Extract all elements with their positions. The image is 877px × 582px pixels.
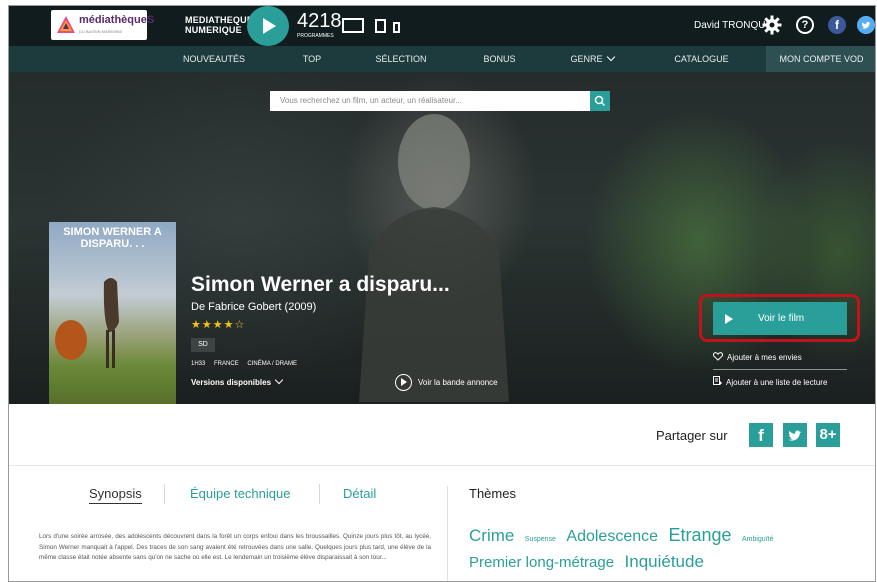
- brand-text: MEDIATHEQUE NUMERIQUE: [185, 15, 253, 35]
- phone-icon: [393, 22, 400, 33]
- play-icon[interactable]: [247, 6, 289, 46]
- nav-item-genre-label: GENRE: [570, 54, 603, 64]
- nav-item-genre[interactable]: GENRE: [557, 46, 627, 72]
- share-facebook-icon[interactable]: f: [749, 423, 773, 447]
- search-bar[interactable]: Vous recherchez un film, un acteur, un r…: [270, 91, 610, 111]
- programs-label: PROGRAMMES: [297, 33, 334, 39]
- heart-icon: [712, 352, 724, 361]
- trailer-play-icon[interactable]: [395, 374, 412, 391]
- tab-detail[interactable]: Détail: [343, 486, 376, 501]
- twitter-icon[interactable]: [857, 16, 875, 34]
- play-icon: [725, 314, 733, 324]
- watch-film-label: Voir le film: [758, 313, 805, 324]
- nav-item-bonus[interactable]: BONUS: [472, 46, 527, 72]
- actions-divider: [713, 369, 847, 370]
- theme-tag[interactable]: Suspense: [525, 536, 556, 543]
- gear-icon[interactable]: [762, 15, 782, 35]
- share-row: Partager sur f 8+: [9, 404, 875, 466]
- brand-line-1: MEDIATHEQUE: [185, 15, 254, 25]
- brand-line-2: NUMERIQUE: [185, 25, 242, 35]
- versions-label: Versions disponibles: [191, 378, 272, 387]
- theme-tag[interactable]: Crime: [469, 526, 514, 545]
- share-google-plus-icon[interactable]: 8+: [816, 423, 840, 447]
- help-icon[interactable]: ?: [796, 16, 814, 34]
- programs-count: 4218: [297, 10, 342, 32]
- facebook-icon[interactable]: f: [828, 16, 846, 34]
- movie-genre: CINÉMA / DRAME: [247, 361, 298, 367]
- search-icon[interactable]: [590, 91, 610, 111]
- logo-text: médiathèqueS: [79, 14, 155, 26]
- main-nav: NOUVEAUTÉS TOP SÉLECTION BONUS GENRE CAT…: [9, 46, 875, 72]
- rating-stars: ★★★★☆: [191, 319, 246, 331]
- add-to-playlist-link[interactable]: Ajouter à une liste de lecture: [713, 376, 827, 387]
- movie-director: De Fabrice Gobert (2009): [191, 301, 317, 313]
- theme-tag[interactable]: Inquiétude: [625, 552, 704, 571]
- playlist-icon: [713, 376, 722, 385]
- tv-icon: [342, 18, 364, 33]
- nav-item-selection[interactable]: SÉLECTION: [366, 46, 436, 72]
- add-to-playlist-label: Ajouter à une liste de lecture: [726, 378, 828, 387]
- nav-item-nouveautes[interactable]: NOUVEAUTÉS: [174, 46, 254, 72]
- top-bar: médiathèqueS DU BASSIN MAREMNE MEDIATHEQ…: [9, 6, 875, 46]
- theme-tag[interactable]: Ambiguïté: [742, 536, 774, 543]
- site-logo[interactable]: médiathèqueS DU BASSIN MAREMNE: [51, 10, 154, 40]
- nav-item-mon-compte-vod[interactable]: MON COMPTE VOD: [766, 46, 875, 72]
- share-label: Partager sur: [656, 428, 728, 443]
- versions-dropdown[interactable]: Versions disponibles: [191, 375, 284, 387]
- search-input[interactable]: Vous recherchez un film, un acteur, un r…: [280, 96, 462, 105]
- nav-item-top[interactable]: TOP: [287, 46, 337, 72]
- movie-country: FRANCE: [214, 361, 239, 367]
- theme-tag[interactable]: Etrange: [668, 525, 731, 545]
- quality-badge: SD: [191, 338, 215, 352]
- hero-banner: Vous recherchez un film, un acteur, un r…: [9, 72, 875, 404]
- movie-title: Simon Werner a disparu...: [191, 273, 450, 296]
- movie-poster[interactable]: SIMON WERNER A DISPARU. . .: [49, 222, 176, 404]
- tab-equipe-technique[interactable]: Équipe technique: [190, 486, 290, 501]
- add-to-wishlist-label: Ajouter à mes envies: [727, 353, 802, 362]
- tab-divider: [164, 484, 165, 504]
- movie-meta: 1H33 FRANCE CINÉMA / DRAME: [191, 361, 304, 367]
- tab-divider: [319, 484, 320, 504]
- tab-synopsis[interactable]: Synopsis: [89, 486, 142, 504]
- trailer-link[interactable]: Voir la bande annonce: [418, 378, 498, 387]
- add-to-wishlist-link[interactable]: Ajouter à mes envies: [712, 352, 802, 362]
- browser-frame: médiathèqueS DU BASSIN MAREMNE MEDIATHEQ…: [8, 5, 876, 582]
- theme-tag[interactable]: Adolescence: [566, 528, 658, 545]
- hero-background-image: [359, 114, 509, 402]
- logo-subtitle: DU BASSIN MAREMNE: [79, 29, 123, 34]
- column-divider: [447, 486, 448, 581]
- watch-film-button[interactable]: Voir le film: [713, 302, 847, 335]
- movie-duration: 1H33: [191, 361, 206, 367]
- details-section: Synopsis Équipe technique Détail Lors d'…: [9, 466, 875, 581]
- nav-item-catalogue[interactable]: CATALOGUE: [664, 46, 739, 72]
- poster-figure: [55, 278, 119, 368]
- chevron-down-icon: [274, 375, 284, 385]
- themes-list: Crime Suspense Adolescence Etrange Ambig…: [469, 524, 869, 574]
- share-twitter-icon[interactable]: [783, 423, 807, 447]
- themes-title: Thèmes: [469, 486, 516, 501]
- logo-icon: [57, 16, 75, 33]
- chevron-down-icon: [606, 52, 615, 62]
- theme-tag[interactable]: Premier long-métrage: [469, 554, 614, 571]
- synopsis-text: Lors d'une soirée arrosée, des adolescen…: [39, 533, 431, 561]
- tablet-icon: [375, 19, 386, 33]
